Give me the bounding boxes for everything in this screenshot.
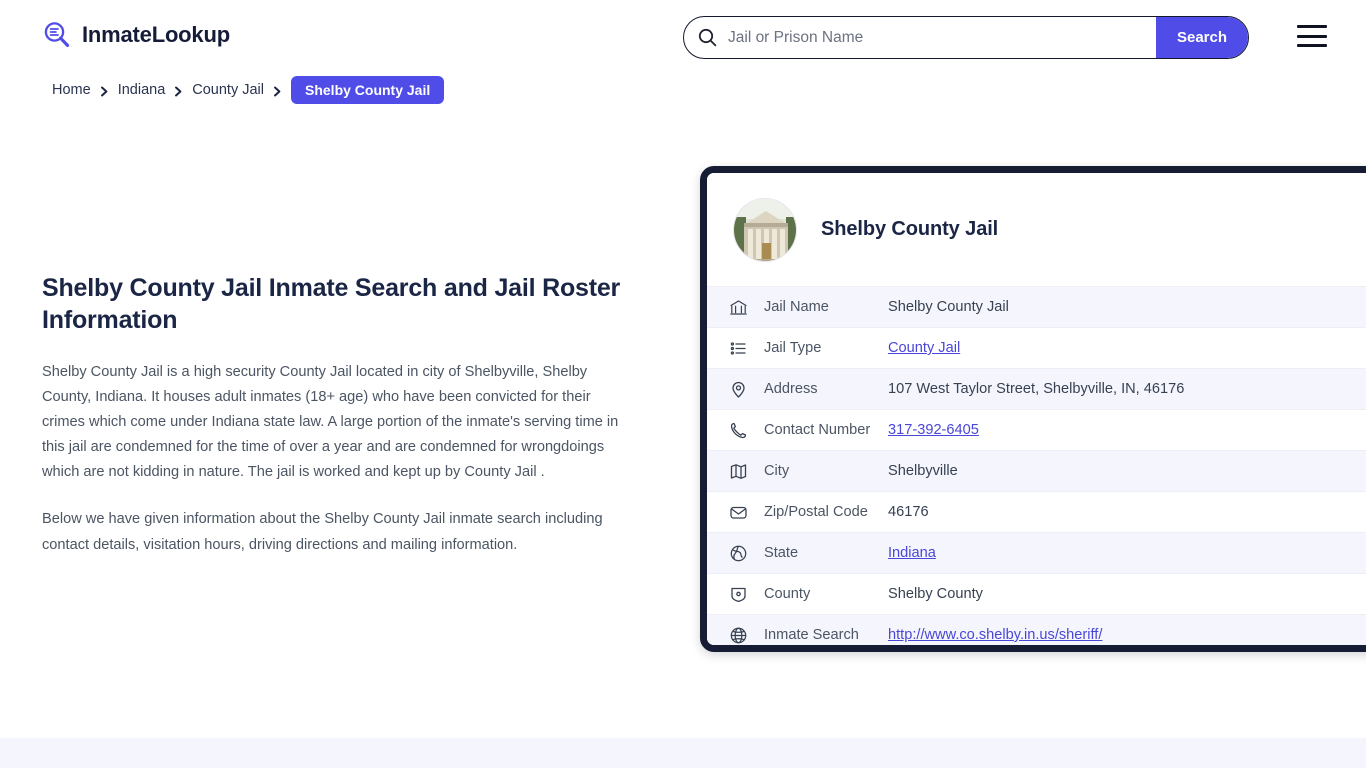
card-title: Shelby County Jail (821, 218, 999, 240)
row-value-link[interactable]: Indiana (888, 545, 936, 561)
row-label: Zip/Postal Code (764, 504, 868, 520)
badge-icon (729, 585, 748, 604)
description-paragraph-2: Below we have given information about th… (42, 511, 603, 553)
chevron-right-icon (100, 85, 109, 96)
table-row: County Shelby County (707, 573, 1366, 614)
table-row: City Shelbyville (707, 450, 1366, 491)
row-label: State (764, 545, 799, 561)
hamburger-bar (1297, 34, 1327, 38)
courthouse-photo (733, 197, 797, 262)
footer-band (0, 738, 1366, 768)
hamburger-bar (1297, 25, 1327, 28)
map-icon (729, 462, 748, 481)
breadcrumb-item-home[interactable]: Home (52, 82, 91, 98)
brand-logo[interactable]: InmateLookup (42, 20, 230, 50)
list-icon (729, 339, 748, 358)
breadcrumb-item-indiana[interactable]: Indiana (118, 82, 166, 98)
table-row: Inmate Search http://www.co.shelby.in.us… (707, 614, 1366, 645)
row-value: Shelbyville (888, 463, 958, 479)
breadcrumb-item-active[interactable]: Shelby County Jail (291, 76, 445, 104)
row-label: Inmate Search (764, 627, 859, 643)
brand-name: InmateLookup (82, 22, 230, 47)
map-pin-icon (729, 380, 748, 399)
chevron-right-icon (174, 85, 183, 96)
globe-icon (729, 544, 748, 563)
row-value: Shelby County Jail (888, 299, 1009, 315)
row-value-link[interactable]: County Jail (888, 340, 960, 356)
table-row: Jail Name Shelby County Jail (707, 286, 1366, 327)
phone-icon (729, 421, 748, 440)
jail-details-table: Jail Name Shelby County Jail Jail Type C… (707, 286, 1366, 645)
table-row: Address 107 West Taylor Street, Shelbyvi… (707, 368, 1366, 409)
table-row: Contact Number 317-392-6405 (707, 409, 1366, 450)
search-list-logo-icon (42, 20, 72, 50)
breadcrumb: Home Indiana County Jail Shelby County J… (52, 76, 445, 104)
table-row: Zip/Postal Code 46176 (707, 491, 1366, 532)
row-value: 46176 (888, 504, 929, 520)
row-label: Address (764, 381, 818, 397)
row-value-link[interactable]: 317-392-6405 (888, 422, 979, 438)
main-content: Shelby County Jail Inmate Search and Jai… (42, 272, 624, 558)
bank-icon (729, 298, 748, 317)
hamburger-bar (1297, 44, 1327, 47)
table-row: State Indiana (707, 532, 1366, 573)
row-value: 107 West Taylor Street, Shelbyville, IN,… (888, 381, 1185, 397)
row-value-link[interactable]: http://www.co.shelby.in.us/sheriff/ (888, 627, 1102, 643)
search-button[interactable]: Search (1156, 17, 1248, 58)
table-row: Jail Type County Jail (707, 327, 1366, 368)
search-bar[interactable]: Search (683, 16, 1249, 59)
site-header: InmateLookup Search (0, 0, 1366, 74)
row-value: Shelby County (888, 586, 983, 602)
card-header: Shelby County Jail (707, 173, 1366, 286)
search-icon (698, 28, 717, 47)
description-paragraph-1: Shelby County Jail is a high security Co… (42, 364, 619, 481)
row-label: County (764, 586, 811, 602)
row-label: Jail Type (764, 340, 822, 356)
page-title: Shelby County Jail Inmate Search and Jai… (42, 274, 621, 334)
search-input[interactable] (717, 17, 1156, 58)
row-label: City (764, 463, 790, 479)
chevron-right-icon (273, 85, 282, 96)
jail-info-card: Shelby County Jail Jail Name Shelby Coun… (700, 166, 1366, 652)
breadcrumb-item-county-jail[interactable]: County Jail (192, 82, 264, 98)
envelope-icon (729, 503, 748, 522)
row-label: Contact Number (764, 422, 871, 438)
hamburger-menu-icon[interactable] (1297, 25, 1327, 47)
row-label: Jail Name (764, 299, 829, 315)
web-globe-icon (729, 626, 748, 645)
